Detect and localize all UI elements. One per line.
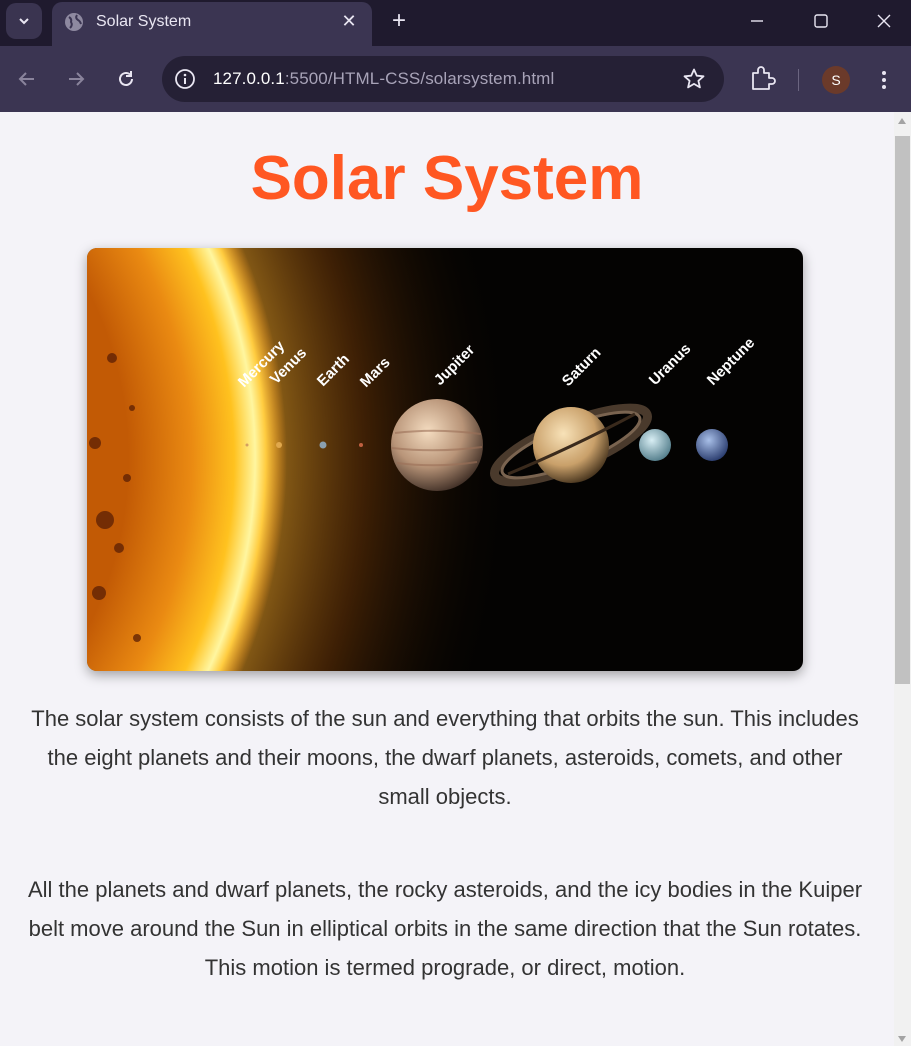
page-scrollbar[interactable] [894,112,911,1046]
minimize-icon[interactable] [744,8,770,34]
url-host: 127.0.0.1 [213,69,285,88]
mars-planet [359,443,363,447]
back-arrow-icon[interactable] [12,64,42,94]
mercury-planet [245,443,249,447]
neptune-planet [696,429,728,461]
forward-arrow-icon[interactable] [61,64,91,94]
scroll-up-arrow-icon[interactable] [898,118,906,124]
extensions-puzzle-icon[interactable] [748,64,776,94]
site-info-icon[interactable] [172,66,198,92]
maximize-icon[interactable] [808,8,834,34]
scroll-down-arrow-icon[interactable] [898,1036,906,1042]
solar-system-image: Mercury Venus Earth Mars Jupiter Saturn … [87,248,803,671]
url-path: :5500/HTML-CSS/solarsystem.html [284,69,555,88]
orbits-paragraph: All the planets and dwarf planets, the r… [27,877,863,980]
more-menu-icon[interactable] [874,66,894,94]
tab-title: Solar System [96,13,192,30]
venus-planet [276,442,282,448]
close-window-icon[interactable] [871,8,897,34]
uranus-planet [639,429,671,461]
toolbar-divider [798,69,799,91]
jupiter-planet [391,399,483,491]
bookmark-star-icon[interactable] [682,67,706,91]
url-text: 127.0.0.1:5500/HTML-CSS/solarsystem.html [213,69,554,89]
browser-toolbar: 127.0.0.1:5500/HTML-CSS/solarsystem.html… [0,46,911,112]
profile-avatar[interactable]: S [822,66,850,94]
tab-search-button[interactable] [6,3,42,39]
address-bar[interactable]: 127.0.0.1:5500/HTML-CSS/solarsystem.html [162,56,724,102]
intro-paragraph: The solar system consists of the sun and… [31,706,859,809]
close-tab-icon[interactable]: ✕ [338,10,360,32]
new-tab-button[interactable]: + [386,7,412,34]
page-title: Solar System [250,144,644,213]
earth-planet [319,441,327,449]
reload-icon[interactable] [111,64,141,94]
scrollbar-thumb[interactable] [895,136,910,684]
browser-tab[interactable]: Solar System ✕ [52,2,372,46]
page-content: Solar System Mercury Venus Earth Mars Ju… [0,112,894,1046]
tab-strip: Solar System ✕ + [0,0,911,46]
globe-icon [65,13,83,31]
chevron-down-icon [19,18,29,25]
